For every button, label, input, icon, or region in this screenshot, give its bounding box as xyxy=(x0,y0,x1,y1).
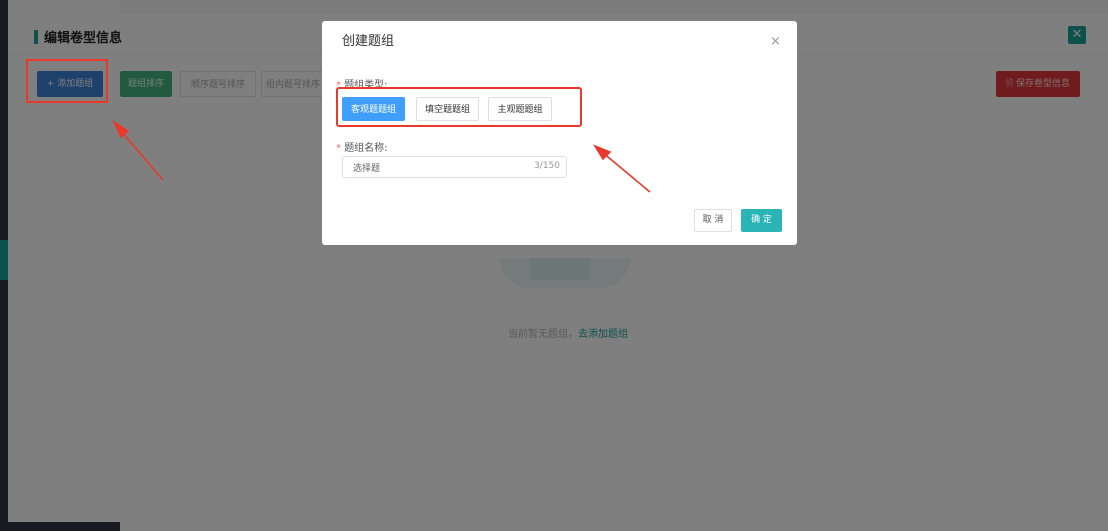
dialog-title: 创建题组 xyxy=(342,34,395,49)
char-counter: 3/150 xyxy=(534,161,560,171)
cancel-button[interactable]: 取 消 xyxy=(694,209,732,232)
close-icon[interactable]: × xyxy=(770,34,781,49)
annotation-box-type xyxy=(336,87,582,127)
required-mark: * xyxy=(336,143,341,154)
group-name-text: 题组名称: xyxy=(344,143,388,154)
annotation-box-add xyxy=(26,59,108,103)
create-group-dialog: 创建题组 × * 题组类型: 客观题题组 填空题题组 主观题题组 * 题组名称:… xyxy=(322,21,797,245)
group-name-label: * 题组名称: xyxy=(336,139,388,154)
confirm-button[interactable]: 确 定 xyxy=(741,209,782,232)
group-name-input[interactable]: 选择题 3/150 xyxy=(342,156,567,178)
group-name-value: 选择题 xyxy=(353,164,381,174)
